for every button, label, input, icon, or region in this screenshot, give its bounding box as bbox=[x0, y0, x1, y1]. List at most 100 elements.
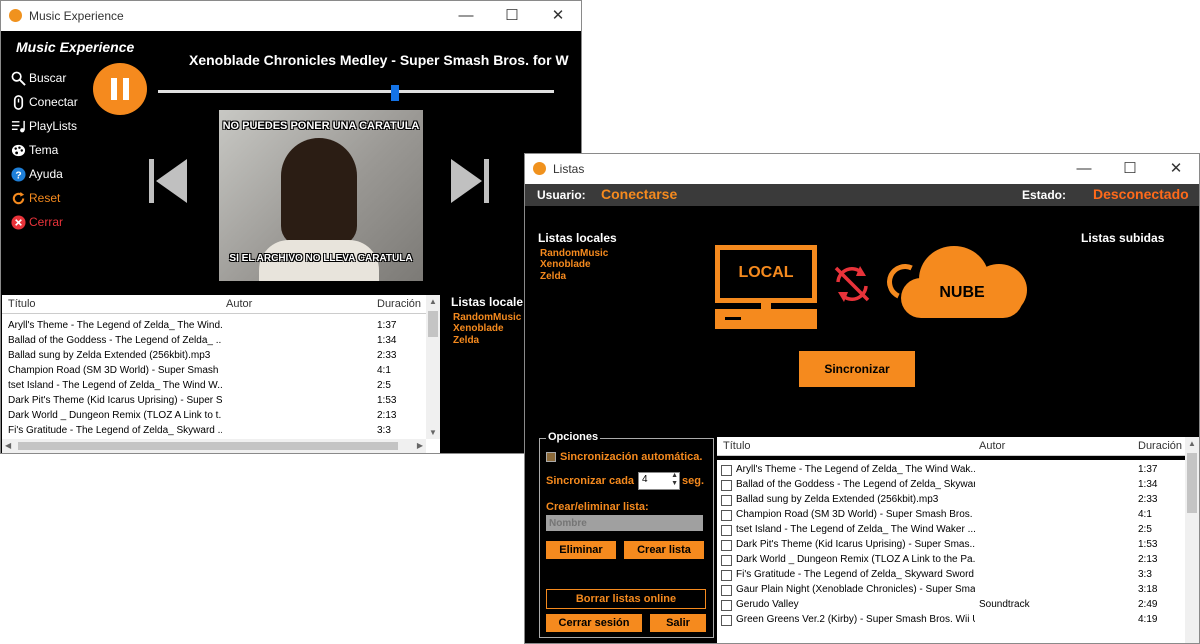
options-group: Opciones Sincronización automática. Sinc… bbox=[539, 431, 714, 638]
connect-icon bbox=[13, 95, 24, 110]
sync-every-label: Sincronizar cada bbox=[546, 475, 635, 487]
table-row[interactable]: Gerudo Valley Soundtrack 2:49 bbox=[717, 597, 1185, 612]
list-name-input[interactable] bbox=[546, 515, 703, 531]
exit-button[interactable]: Salir bbox=[650, 614, 706, 632]
row-checkbox[interactable] bbox=[721, 555, 732, 566]
main-local-list-2[interactable]: Zelda bbox=[453, 335, 479, 346]
progress-thumb[interactable] bbox=[391, 85, 399, 101]
table-row[interactable]: Ballad sung by Zelda Extended (256kbit).… bbox=[2, 348, 426, 363]
minimize-button[interactable]: — bbox=[443, 1, 489, 31]
row-checkbox[interactable] bbox=[721, 600, 732, 611]
delete-online-lists-button[interactable]: Borrar listas online bbox=[546, 589, 706, 609]
logout-button[interactable]: Cerrar sesión bbox=[546, 614, 642, 632]
table-row[interactable]: tset Island - The Legend of Zelda_ The W… bbox=[2, 378, 426, 393]
row-title: Ballad of the Goddess - The Legend of Ze… bbox=[8, 335, 222, 346]
table-row[interactable]: Dark World _ Dungeon Remix (TLOZ A Link … bbox=[717, 552, 1185, 567]
scroll-left-icon[interactable]: ◀ bbox=[5, 441, 11, 450]
progress-slider[interactable] bbox=[158, 85, 554, 101]
row-title: Gerudo Valley bbox=[736, 599, 799, 610]
pause-button[interactable] bbox=[93, 63, 147, 115]
lists-window: Listas — ☐ ✕ Usuario: Conectarse Estado:… bbox=[524, 153, 1200, 644]
row-duration: 2:33 bbox=[1138, 494, 1158, 505]
row-checkbox[interactable] bbox=[721, 510, 732, 521]
horizontal-scrollbar[interactable]: ◀ ▶ bbox=[2, 439, 426, 453]
close-window-button[interactable]: ✕ bbox=[535, 1, 581, 31]
table-row[interactable]: Dark Pit's Theme (Kid Icarus Uprising) -… bbox=[2, 393, 426, 408]
table-row[interactable]: Aryll's Theme - The Legend of Zelda_ The… bbox=[2, 318, 426, 333]
main-track-grid[interactable]: Título Autor Duración Aryll's Theme - Th… bbox=[2, 295, 440, 453]
scroll-up-icon[interactable]: ▲ bbox=[429, 297, 437, 306]
table-row[interactable]: Gaur Plain Night (Xenoblade Chronicles) … bbox=[717, 582, 1185, 597]
table-row[interactable]: tset Island - The Legend of Zelda_ The W… bbox=[717, 522, 1185, 537]
table-row[interactable]: Green Greens Ver.2 (Kirby) - Super Smash… bbox=[717, 612, 1185, 627]
scroll-thumb[interactable] bbox=[1187, 453, 1197, 513]
lists-track-grid[interactable]: Título Autor Duración Aryll's Theme - Th… bbox=[717, 437, 1199, 643]
row-checkbox[interactable] bbox=[721, 495, 732, 506]
col-autor[interactable]: Autor bbox=[979, 440, 1005, 452]
row-checkbox[interactable] bbox=[721, 525, 732, 536]
col-titulo[interactable]: Título bbox=[8, 298, 36, 310]
scroll-right-icon[interactable]: ▶ bbox=[417, 441, 423, 450]
row-checkbox[interactable] bbox=[721, 615, 732, 626]
scroll-down-icon[interactable]: ▼ bbox=[429, 428, 437, 437]
table-row[interactable]: Dark World _ Dungeon Remix (TLOZ A Link … bbox=[2, 408, 426, 423]
table-row[interactable]: Fi's Gratitude - The Legend of Zelda_ Sk… bbox=[2, 423, 426, 438]
col-titulo[interactable]: Título bbox=[723, 440, 751, 452]
col-autor[interactable]: Autor bbox=[226, 298, 252, 310]
scroll-up-icon[interactable]: ▲ bbox=[1188, 439, 1196, 448]
row-checkbox[interactable] bbox=[721, 570, 732, 581]
auto-sync-label[interactable]: Sincronización automática. bbox=[560, 451, 702, 463]
lists-titlebar[interactable]: Listas — ☐ ✕ bbox=[525, 154, 1199, 184]
cloud-icon: NUBE bbox=[881, 242, 1032, 320]
sync-button[interactable]: Sincronizar bbox=[799, 351, 915, 387]
main-local-list-0[interactable]: RandomMusic bbox=[453, 312, 521, 323]
table-row[interactable]: Fi's Gratitude - The Legend of Zelda_ Sk… bbox=[717, 567, 1185, 582]
close-window-button[interactable]: ✕ bbox=[1153, 154, 1199, 184]
row-duration: 1:53 bbox=[1138, 539, 1158, 550]
stepper-down-icon[interactable]: ▼ bbox=[671, 480, 678, 487]
row-checkbox[interactable] bbox=[721, 585, 732, 596]
row-checkbox[interactable] bbox=[721, 480, 732, 491]
palette-icon bbox=[11, 144, 26, 157]
row-title: Ballad sung by Zelda Extended (256kbit).… bbox=[736, 494, 939, 505]
row-title: Green Greens Ver.2 (Kirby) - Super Smash… bbox=[736, 614, 975, 625]
row-duration: 4:1 bbox=[377, 365, 391, 376]
local-list-2[interactable]: Zelda bbox=[540, 271, 566, 282]
previous-button[interactable] bbox=[149, 157, 189, 205]
maximize-button[interactable]: ☐ bbox=[1107, 154, 1153, 184]
auto-sync-checkbox[interactable] bbox=[546, 452, 556, 462]
table-row[interactable]: Ballad of the Goddess - The Legend of Ze… bbox=[717, 477, 1185, 492]
main-local-list-1[interactable]: Xenoblade bbox=[453, 323, 504, 334]
maximize-button[interactable]: ☐ bbox=[489, 1, 535, 31]
table-row[interactable]: Aryll's Theme - The Legend of Zelda_ The… bbox=[717, 462, 1185, 477]
options-title: Opciones bbox=[546, 431, 601, 443]
row-checkbox[interactable] bbox=[721, 465, 732, 476]
scroll-thumb[interactable] bbox=[428, 311, 438, 337]
row-title: Gaur Plain Night (Xenoblade Chronicles) … bbox=[736, 584, 975, 595]
table-row[interactable]: Dark Pit's Theme (Kid Icarus Uprising) -… bbox=[717, 537, 1185, 552]
local-list-1[interactable]: Xenoblade bbox=[540, 259, 591, 270]
menu-ayuda-label: Ayuda bbox=[29, 167, 63, 181]
local-list-0[interactable]: RandomMusic bbox=[540, 248, 608, 259]
table-row[interactable]: Ballad of the Goddess - The Legend of Ze… bbox=[2, 333, 426, 348]
col-duracion[interactable]: Duración bbox=[1138, 440, 1182, 452]
delete-list-button[interactable]: Eliminar bbox=[546, 541, 616, 559]
vertical-scrollbar[interactable]: ▲ ▼ bbox=[426, 295, 440, 439]
table-row[interactable]: Ballad sung by Zelda Extended (256kbit).… bbox=[717, 492, 1185, 507]
next-button[interactable] bbox=[449, 157, 489, 205]
create-list-button[interactable]: Crear lista bbox=[624, 541, 704, 559]
grid-header: Título Autor Duración bbox=[2, 295, 440, 314]
row-title: Champion Road (SM 3D World) - Super Smas… bbox=[736, 509, 975, 520]
main-titlebar[interactable]: Music Experience — ☐ ✕ bbox=[1, 1, 581, 31]
menu-cerrar-label: Cerrar bbox=[29, 215, 64, 229]
minimize-button[interactable]: — bbox=[1061, 154, 1107, 184]
table-row[interactable]: Champion Road (SM 3D World) - Super Smas… bbox=[717, 507, 1185, 522]
col-duracion[interactable]: Duración bbox=[377, 298, 421, 310]
table-row[interactable]: Champion Road (SM 3D World) - Super Smas… bbox=[2, 363, 426, 378]
user-connect-link[interactable]: Conectarse bbox=[601, 186, 677, 202]
stepper-up-icon[interactable]: ▲ bbox=[671, 472, 678, 479]
row-checkbox[interactable] bbox=[721, 540, 732, 551]
sync-interval-stepper[interactable]: 4 ▲ ▼ bbox=[638, 472, 680, 490]
hscroll-thumb[interactable] bbox=[18, 442, 398, 450]
vertical-scrollbar[interactable]: ▲ bbox=[1185, 437, 1199, 643]
